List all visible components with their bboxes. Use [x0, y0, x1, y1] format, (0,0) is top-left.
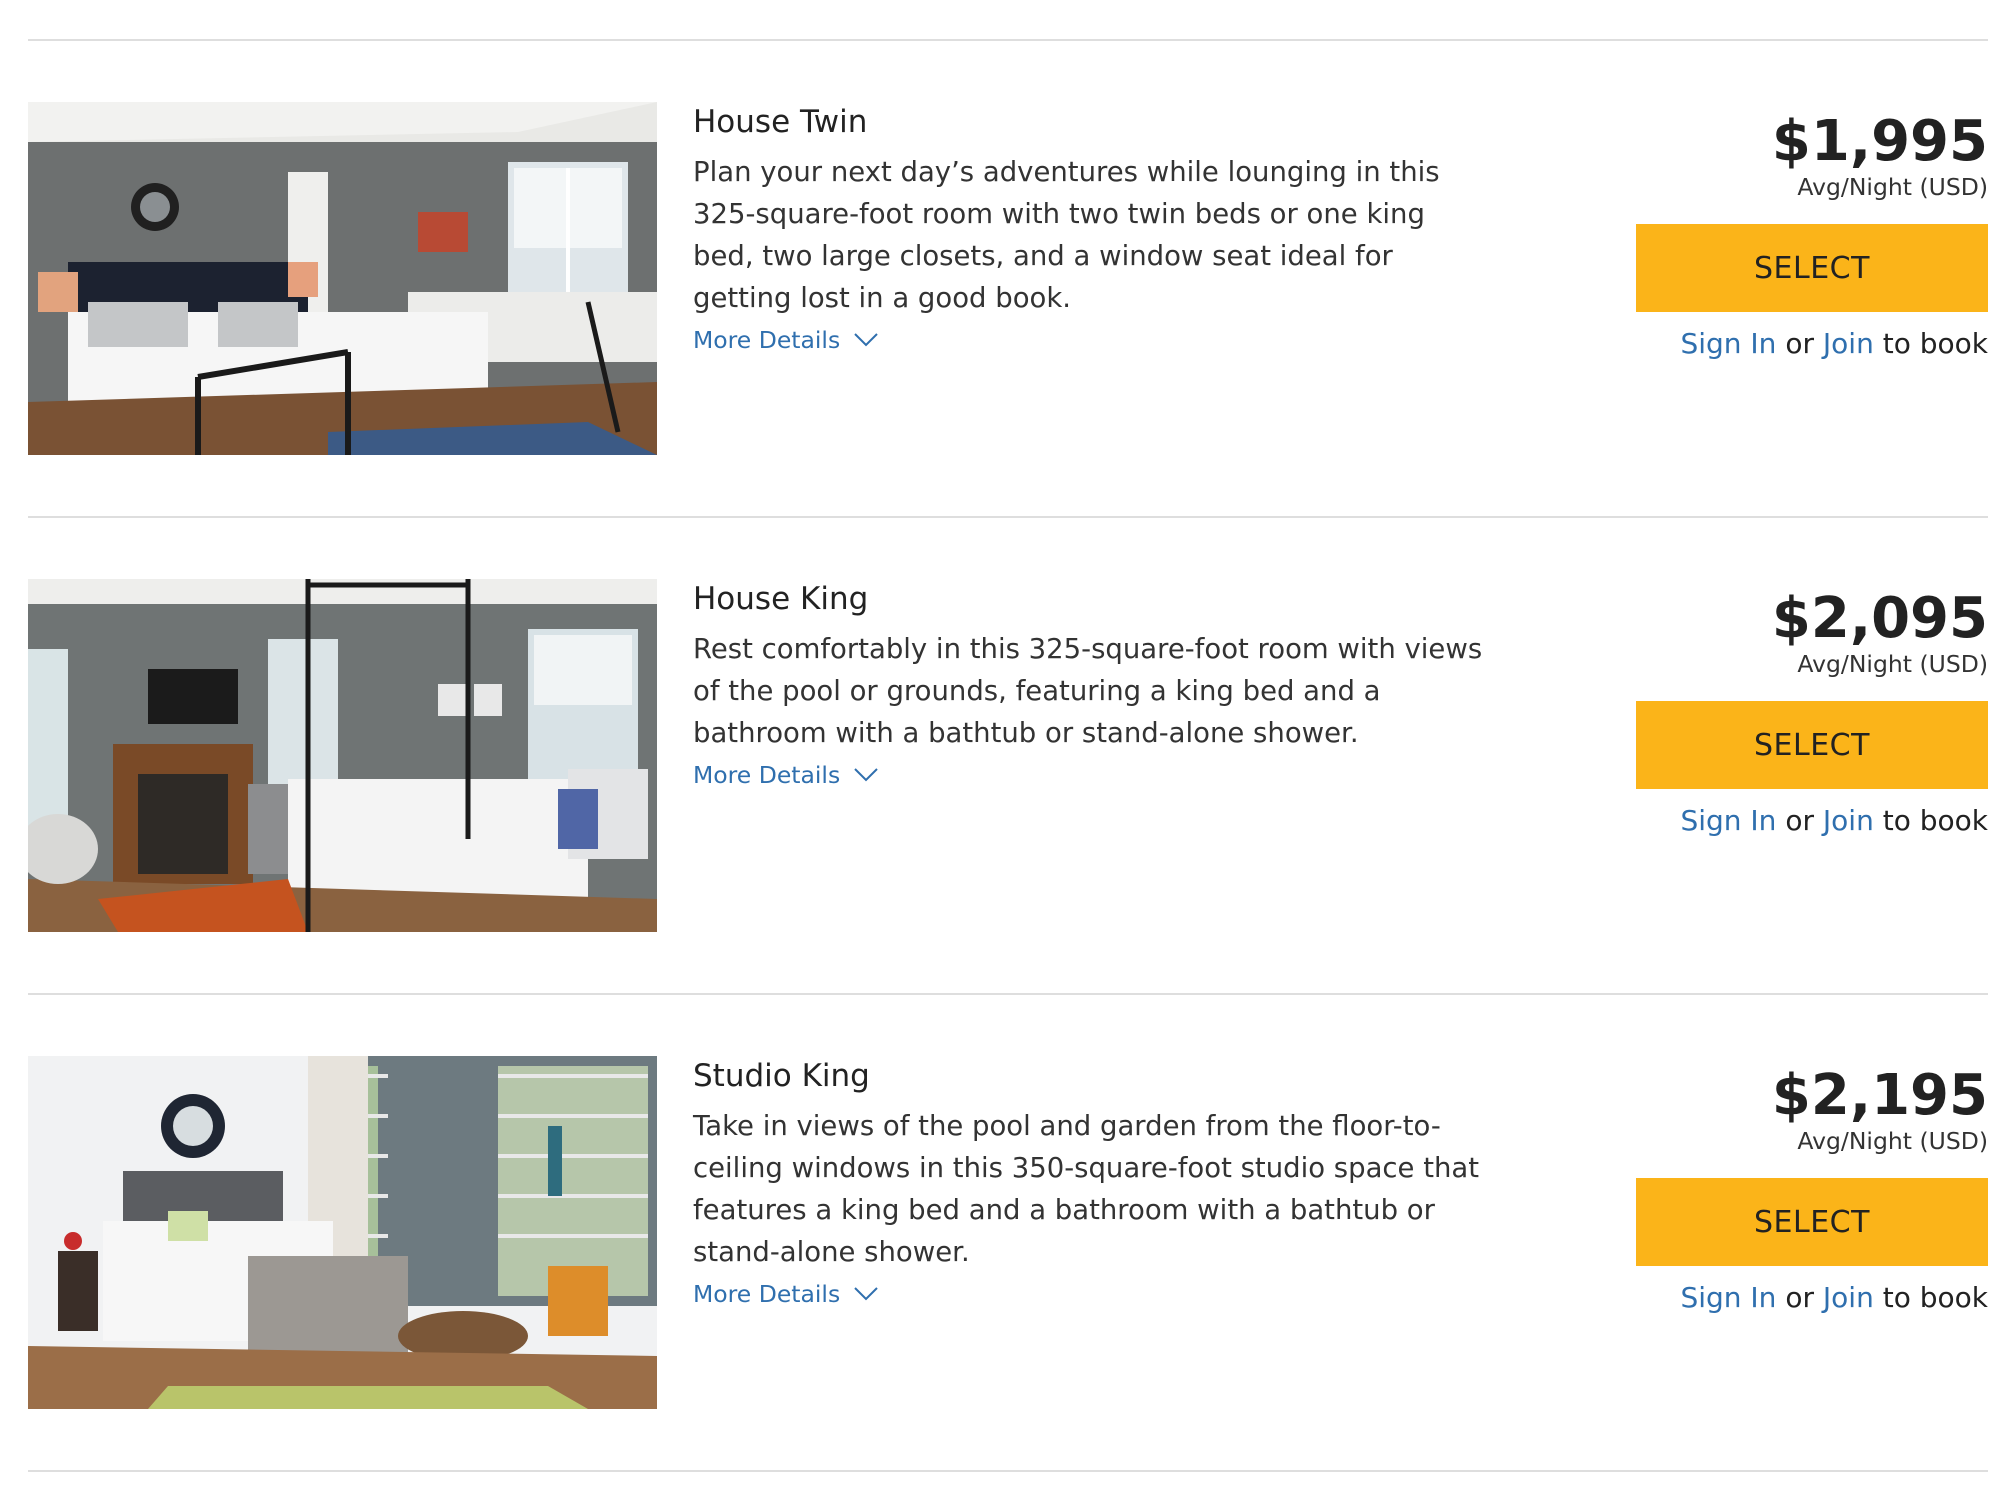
room-description: Plan your next day’s adventures while lo…	[693, 156, 1440, 314]
more-details-link[interactable]: More Details	[693, 323, 878, 357]
room-card: House Twin Plan your next day’s adventur…	[28, 41, 1988, 516]
room-price: $2,095	[1771, 586, 1988, 651]
more-details-label: More Details	[693, 326, 841, 354]
room-card: Studio King Take in views of the pool an…	[28, 995, 1988, 1470]
sign-in-link[interactable]: Sign In	[1680, 327, 1776, 360]
to-book-text: to book	[1882, 1281, 1988, 1314]
more-details-link[interactable]: More Details	[693, 758, 878, 792]
chevron-down-icon	[854, 768, 878, 782]
room-photo-image	[28, 102, 657, 455]
sign-in-prompt: Sign In or Join to book	[1636, 801, 1988, 841]
price-column: $2,195 Avg/Night (USD) SELECT Sign In or…	[1636, 1056, 1988, 1318]
room-photo-image	[28, 1056, 657, 1409]
sign-in-prompt: Sign In or Join to book	[1636, 324, 1988, 364]
divider	[28, 1470, 1988, 1472]
room-description: Rest comfortably in this 325-square-foot…	[693, 633, 1483, 749]
room-list: House Twin Plan your next day’s adventur…	[28, 39, 1988, 1472]
sign-in-prompt: Sign In or Join to book	[1636, 1278, 1988, 1318]
room-info: House Twin Plan your next day’s adventur…	[693, 102, 1493, 357]
join-link[interactable]: Join	[1823, 327, 1874, 360]
room-name: House Twin	[693, 104, 868, 140]
price-column: $1,995 Avg/Night (USD) SELECT Sign In or…	[1636, 102, 1988, 364]
more-details-label: More Details	[693, 1280, 841, 1308]
or-text: or	[1785, 1281, 1814, 1314]
room-price: $1,995	[1771, 109, 1988, 174]
or-text: or	[1785, 804, 1814, 837]
to-book-text: to book	[1882, 804, 1988, 837]
room-name: Studio King	[693, 1058, 870, 1094]
price-note: Avg/Night (USD)	[1797, 650, 1988, 678]
sign-in-link[interactable]: Sign In	[1680, 804, 1776, 837]
select-button[interactable]: SELECT	[1636, 224, 1988, 312]
room-photo-image	[28, 579, 657, 932]
room-photo[interactable]	[28, 579, 657, 932]
select-button[interactable]: SELECT	[1636, 701, 1988, 789]
price-column: $2,095 Avg/Night (USD) SELECT Sign In or…	[1636, 579, 1988, 841]
room-photo[interactable]	[28, 102, 657, 455]
join-link[interactable]: Join	[1823, 804, 1874, 837]
sign-in-link[interactable]: Sign In	[1680, 1281, 1776, 1314]
more-details-link[interactable]: More Details	[693, 1277, 878, 1311]
room-price: $2,195	[1771, 1063, 1988, 1128]
room-info: Studio King Take in views of the pool an…	[693, 1056, 1493, 1311]
room-description: Take in views of the pool and garden fro…	[693, 1110, 1480, 1268]
chevron-down-icon	[854, 333, 878, 347]
room-info: House King Rest comfortably in this 325-…	[693, 579, 1493, 792]
to-book-text: to book	[1882, 327, 1988, 360]
more-details-label: More Details	[693, 761, 841, 789]
or-text: or	[1785, 327, 1814, 360]
price-note: Avg/Night (USD)	[1797, 173, 1988, 201]
join-link[interactable]: Join	[1823, 1281, 1874, 1314]
select-button[interactable]: SELECT	[1636, 1178, 1988, 1266]
chevron-down-icon	[854, 1287, 878, 1301]
room-card: House King Rest comfortably in this 325-…	[28, 518, 1988, 993]
room-name: House King	[693, 581, 869, 617]
room-photo[interactable]	[28, 1056, 657, 1409]
price-note: Avg/Night (USD)	[1797, 1127, 1988, 1155]
